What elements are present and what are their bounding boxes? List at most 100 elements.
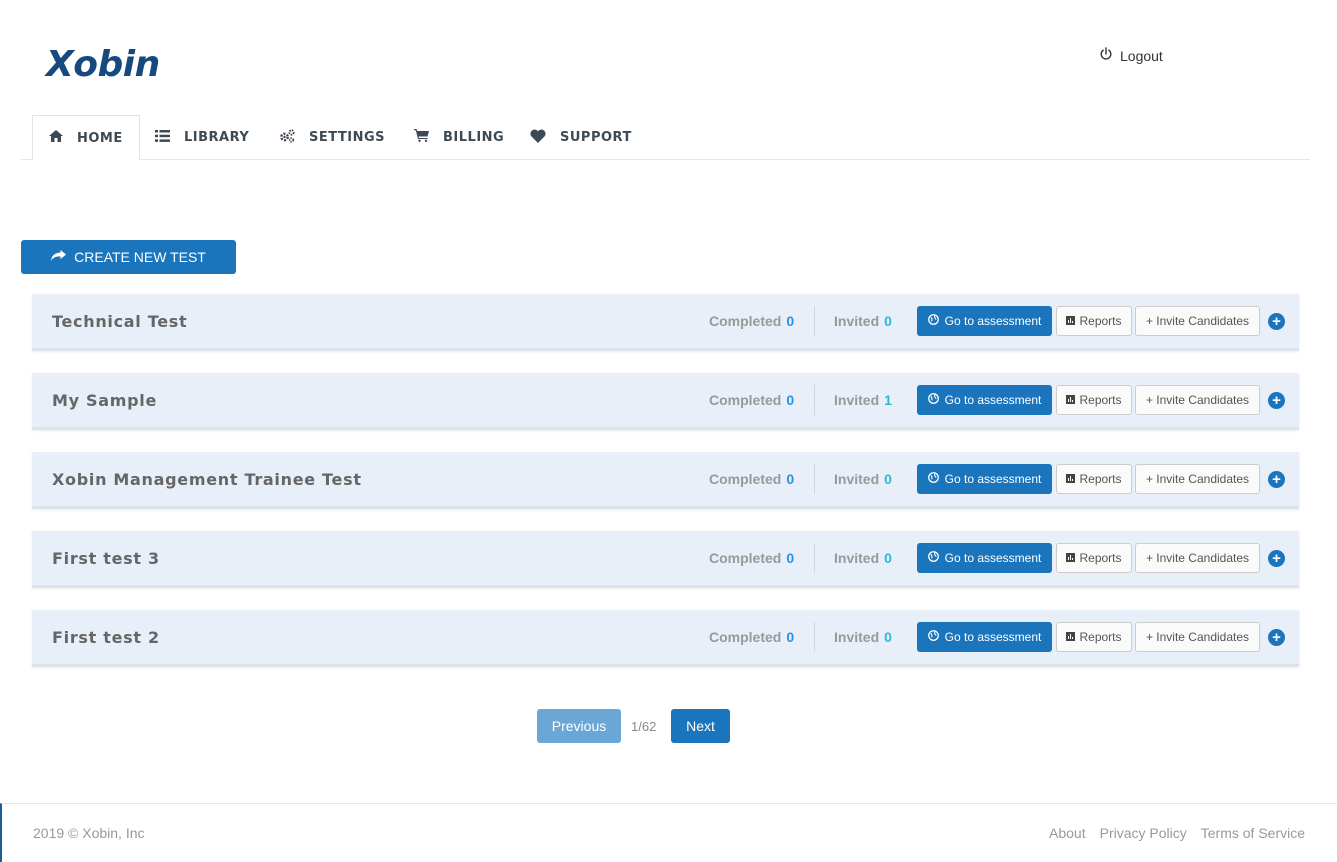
expand-plus-icon[interactable]: + xyxy=(1268,629,1285,646)
stat-divider xyxy=(814,543,815,573)
xobin-logo[interactable]: Xobin xyxy=(46,44,160,85)
reports-button[interactable]: Reports xyxy=(1056,306,1132,336)
reports-button[interactable]: Reports xyxy=(1056,543,1132,573)
completed-count: 0 xyxy=(786,629,795,645)
go-button-label: Go to assessment xyxy=(944,551,1042,565)
invited-count: 0 xyxy=(884,313,892,329)
tab-billing[interactable]: BILLING xyxy=(414,115,504,160)
reports-label: Reports xyxy=(1079,472,1122,486)
globe-icon xyxy=(927,472,939,486)
cart-icon xyxy=(414,129,429,146)
gears-icon xyxy=(279,128,295,147)
invited-label: Invited xyxy=(834,392,880,408)
reports-label: Reports xyxy=(1079,630,1122,644)
logout-label: Logout xyxy=(1120,47,1163,64)
list-icon xyxy=(155,129,170,146)
tab-label: LIBRARY xyxy=(184,130,250,145)
go-to-assessment-button[interactable]: Go to assessment xyxy=(917,543,1052,573)
reports-button[interactable]: Reports xyxy=(1056,464,1132,494)
bar-chart-icon xyxy=(1066,314,1076,328)
home-icon xyxy=(49,130,63,146)
bar-chart-icon xyxy=(1066,472,1076,486)
go-to-assessment-button[interactable]: Go to assessment xyxy=(917,385,1052,415)
globe-icon xyxy=(927,393,939,407)
completed-label: Completed xyxy=(709,313,782,329)
test-row: Technical Test Completed 0 Invited 0 Go to… xyxy=(32,294,1299,351)
invited-count: 0 xyxy=(884,471,892,487)
completed-stat: Completed 0 xyxy=(709,294,794,348)
test-name[interactable]: Technical Test xyxy=(52,294,187,348)
tab-label: SUPPORT xyxy=(560,130,632,145)
invite-candidates-button[interactable]: + Invite Candidates xyxy=(1135,306,1260,336)
test-name[interactable]: First test 3 xyxy=(52,531,160,585)
tab-settings[interactable]: SETTINGS xyxy=(279,115,385,160)
completed-label: Completed xyxy=(709,550,782,566)
go-button-label: Go to assessment xyxy=(944,472,1042,486)
completed-count: 0 xyxy=(786,471,795,487)
logout-link[interactable]: Logout xyxy=(1099,47,1163,64)
test-name[interactable]: First test 2 xyxy=(52,610,160,664)
stat-divider xyxy=(814,306,815,336)
tab-label: HOME xyxy=(77,130,123,146)
tab-label: BILLING xyxy=(443,130,505,145)
invite-candidates-button[interactable]: + Invite Candidates xyxy=(1135,543,1260,573)
create-new-test-button[interactable]: CREATE NEW TEST xyxy=(21,240,236,274)
globe-icon xyxy=(927,314,939,328)
bar-chart-icon xyxy=(1066,393,1076,407)
invite-candidates-button[interactable]: + Invite Candidates xyxy=(1135,385,1260,415)
expand-plus-icon[interactable]: + xyxy=(1268,550,1285,567)
go-to-assessment-button[interactable]: Go to assessment xyxy=(917,306,1052,336)
footer-links: About Privacy Policy Terms of Service xyxy=(1049,825,1305,841)
previous-button[interactable]: Previous xyxy=(537,709,621,743)
invited-label: Invited xyxy=(834,550,880,566)
tab-home[interactable]: HOME xyxy=(32,115,140,161)
copyright: 2019 © Xobin, Inc xyxy=(33,825,145,841)
invited-count: 0 xyxy=(884,550,892,566)
completed-label: Completed xyxy=(709,471,782,487)
expand-plus-icon[interactable]: + xyxy=(1268,471,1285,488)
stat-divider xyxy=(814,622,815,652)
invited-label: Invited xyxy=(834,629,880,645)
test-row: My Sample Completed 0 Invited 1 Go to asse… xyxy=(32,373,1299,430)
reports-label: Reports xyxy=(1079,551,1122,565)
globe-icon xyxy=(927,630,939,644)
completed-stat: Completed 0 xyxy=(709,531,794,585)
completed-count: 0 xyxy=(786,313,795,329)
expand-plus-icon[interactable]: + xyxy=(1268,313,1285,330)
reports-button[interactable]: Reports xyxy=(1056,622,1132,652)
main-nav: HOME LIBRARY SETTINGS BILLING SUPPORT xyxy=(21,115,1310,161)
go-button-label: Go to assessment xyxy=(944,630,1042,644)
next-button[interactable]: Next xyxy=(671,709,730,743)
expand-plus-icon[interactable]: + xyxy=(1268,392,1285,409)
go-button-label: Go to assessment xyxy=(944,393,1042,407)
tab-support[interactable]: SUPPORT xyxy=(530,115,632,160)
test-row: First test 2 Completed 0 Invited 0 Go to a… xyxy=(32,610,1299,667)
invite-candidates-button[interactable]: + Invite Candidates xyxy=(1135,622,1260,652)
power-icon xyxy=(1099,47,1113,64)
privacy-policy-link[interactable]: Privacy Policy xyxy=(1100,825,1187,841)
invite-candidates-button[interactable]: + Invite Candidates xyxy=(1135,464,1260,494)
terms-of-service-link[interactable]: Terms of Service xyxy=(1201,825,1305,841)
go-button-label: Go to assessment xyxy=(944,314,1042,328)
bar-chart-icon xyxy=(1066,551,1076,565)
invited-stat: Invited 0 xyxy=(834,294,892,348)
bar-chart-icon xyxy=(1066,630,1076,644)
go-to-assessment-button[interactable]: Go to assessment xyxy=(917,464,1052,494)
test-name[interactable]: Xobin Management Trainee Test xyxy=(52,452,362,506)
test-name[interactable]: My Sample xyxy=(52,373,157,427)
heart-icon xyxy=(530,129,546,147)
tab-label: SETTINGS xyxy=(309,130,386,145)
invited-stat: Invited 0 xyxy=(834,452,892,506)
invited-stat: Invited 1 xyxy=(834,373,892,427)
stat-divider xyxy=(814,464,815,494)
invited-label: Invited xyxy=(834,471,880,487)
completed-stat: Completed 0 xyxy=(709,452,794,506)
create-button-label: CREATE NEW TEST xyxy=(74,249,206,265)
invited-stat: Invited 0 xyxy=(834,610,892,664)
about-link[interactable]: About xyxy=(1049,825,1086,841)
reports-button[interactable]: Reports xyxy=(1056,385,1132,415)
invited-stat: Invited 0 xyxy=(834,531,892,585)
go-to-assessment-button[interactable]: Go to assessment xyxy=(917,622,1052,652)
tab-library[interactable]: LIBRARY xyxy=(155,115,249,160)
reports-label: Reports xyxy=(1079,314,1122,328)
